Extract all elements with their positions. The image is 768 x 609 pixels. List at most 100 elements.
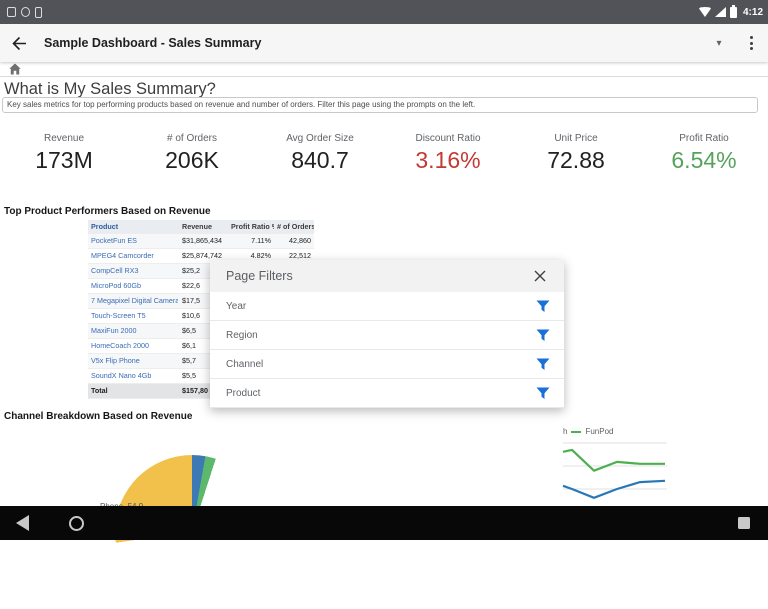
product-cell: CompCell RX3 — [88, 264, 178, 279]
product-link[interactable]: MaxiFun 2000 — [91, 326, 137, 335]
product-table-head: ProductRevenueProfit Ratio %# of Orders — [88, 220, 314, 234]
product-link[interactable]: MPEG4 Camcorder — [91, 251, 154, 260]
filter-label: Year — [226, 301, 246, 312]
home-icon — [9, 63, 21, 75]
filter-funnel-button[interactable] — [536, 300, 550, 313]
filter-funnel-icon — [536, 300, 550, 313]
kpi-value: 72.88 — [512, 147, 640, 174]
android-nav-bar — [0, 506, 768, 540]
filter-row-channel[interactable]: Channel — [210, 350, 564, 379]
kpi-unit-price: Unit Price 72.88 — [512, 133, 640, 174]
page-filters-list: Year Region Channel Product — [210, 292, 564, 408]
chevron-down-icon: ▾ — [716, 38, 721, 49]
close-button[interactable] — [528, 264, 552, 288]
filter-funnel-button[interactable] — [536, 358, 550, 371]
filter-funnel-icon — [536, 329, 550, 342]
app-bar: Sample Dashboard - Sales Summary ▾ — [0, 24, 768, 62]
product-link[interactable]: SoundX Nano 4Gb — [91, 371, 151, 380]
overflow-dot — [750, 36, 753, 39]
line-chart-svg[interactable] — [555, 438, 768, 506]
product-link[interactable]: PocketFun ES — [91, 236, 137, 245]
table-header-row: ProductRevenueProfit Ratio %# of Orders — [88, 220, 314, 234]
clock: 4:12 — [741, 7, 763, 18]
kpi-label: Discount Ratio — [384, 133, 512, 144]
nav-recents-icon[interactable] — [738, 517, 750, 529]
product-table-title: Top Product Performers Based on Revenue — [4, 206, 211, 217]
page-filters-title: Page Filters — [226, 269, 293, 283]
back-button[interactable] — [0, 24, 38, 62]
orders-cell: 42,860 — [274, 234, 314, 249]
table-row: PocketFun ES $31,865,4347.11%42,860 — [88, 234, 314, 249]
cellular-signal-icon — [715, 7, 726, 17]
product-link[interactable]: MicroPod 60Gb — [91, 281, 141, 290]
filter-row-product[interactable]: Product — [210, 379, 564, 408]
tab-strip — [0, 62, 768, 77]
revenue-cell: $31,865,434 — [178, 234, 228, 249]
filter-label: Region — [226, 330, 258, 341]
kpi-revenue: Revenue173M — [0, 133, 128, 174]
status-icons: 4:12 — [699, 7, 768, 18]
column-header[interactable]: # of Orders — [274, 220, 314, 234]
filter-funnel-button[interactable] — [536, 387, 550, 400]
dropdown-caret-button[interactable]: ▾ — [704, 24, 734, 62]
filter-funnel-icon — [536, 358, 550, 371]
nav-home-icon[interactable] — [69, 516, 84, 531]
filter-funnel-button[interactable] — [536, 329, 550, 342]
page-filters-header: Page Filters — [210, 260, 564, 292]
app-title: Sample Dashboard - Sales Summary — [44, 36, 261, 50]
notification-icon — [7, 7, 16, 17]
product-cell: Touch-Screen T5 — [88, 309, 178, 324]
channel-section-title: Channel Breakdown Based on Revenue — [4, 411, 192, 422]
product-link[interactable]: Touch-Screen T5 — [91, 311, 146, 320]
close-icon — [534, 270, 546, 282]
home-tab[interactable] — [0, 63, 21, 75]
product-link[interactable]: V5x Flip Phone — [91, 356, 140, 365]
kpi-value: 6.54% — [640, 147, 768, 174]
wifi-icon — [699, 7, 711, 17]
nav-back-icon[interactable] — [16, 515, 29, 531]
product-cell: SoundX Nano 4Gb — [88, 369, 178, 384]
legend-label-funpod: FunPod — [585, 427, 613, 436]
overflow-dot — [750, 42, 753, 45]
battery-icon — [730, 7, 737, 18]
back-arrow-icon — [11, 36, 27, 51]
kpi-label: # of Orders — [128, 133, 256, 144]
filter-row-year[interactable]: Year — [210, 292, 564, 321]
kpi-avg-order-size: Avg Order Size 840.7 — [256, 133, 384, 174]
legend-marker-funpod — [571, 431, 581, 433]
filter-row-region[interactable]: Region — [210, 321, 564, 350]
kpi-label: Avg Order Size — [256, 133, 384, 144]
column-header[interactable]: Product — [88, 220, 178, 234]
filter-funnel-icon — [536, 387, 550, 400]
page-filters-panel: Page Filters Year Region Channel Product — [210, 260, 564, 408]
overflow-menu-button[interactable] — [734, 24, 768, 62]
product-cell: MPEG4 Camcorder — [88, 249, 178, 264]
kpi-profit-ratio: Profit Ratio6.54% — [640, 133, 768, 174]
series-line-funpod — [563, 450, 665, 471]
kpi-label: Revenue — [0, 133, 128, 144]
product-link[interactable]: 7 Megapixel Digital Camera — [91, 296, 178, 305]
column-header[interactable]: Revenue — [178, 220, 228, 234]
kpi-value: 3.16% — [384, 147, 512, 174]
kpi--of-orders: # of Orders 206K — [128, 133, 256, 174]
kpi-value: 206K — [128, 147, 256, 174]
legend-label-partial: h — [563, 427, 567, 436]
kpi-value: 840.7 — [256, 147, 384, 174]
product-cell: PocketFun ES — [88, 234, 178, 249]
filter-label: Channel — [226, 359, 263, 370]
kpi-discount-ratio: Discount Ratio 3.16% — [384, 133, 512, 174]
status-bar: 4:12 — [0, 0, 768, 24]
notification-icons — [0, 7, 42, 18]
product-link[interactable]: HomeCoach 2000 — [91, 341, 149, 350]
product-cell: MaxiFun 2000 — [88, 324, 178, 339]
product-cell: 7 Megapixel Digital Camera — [88, 294, 178, 309]
product-link[interactable]: CompCell RX3 — [91, 266, 139, 275]
column-header[interactable]: Profit Ratio % — [228, 220, 274, 234]
profit-ratio-cell: 7.11% — [228, 234, 274, 249]
product-cell: HomeCoach 2000 — [88, 339, 178, 354]
kpi-label: Unit Price — [512, 133, 640, 144]
product-cell: V5x Flip Phone — [88, 354, 178, 369]
filter-label: Product — [226, 388, 260, 399]
total-cell: Total — [88, 384, 178, 399]
page-description: Key sales metrics for top performing pro… — [2, 97, 758, 113]
